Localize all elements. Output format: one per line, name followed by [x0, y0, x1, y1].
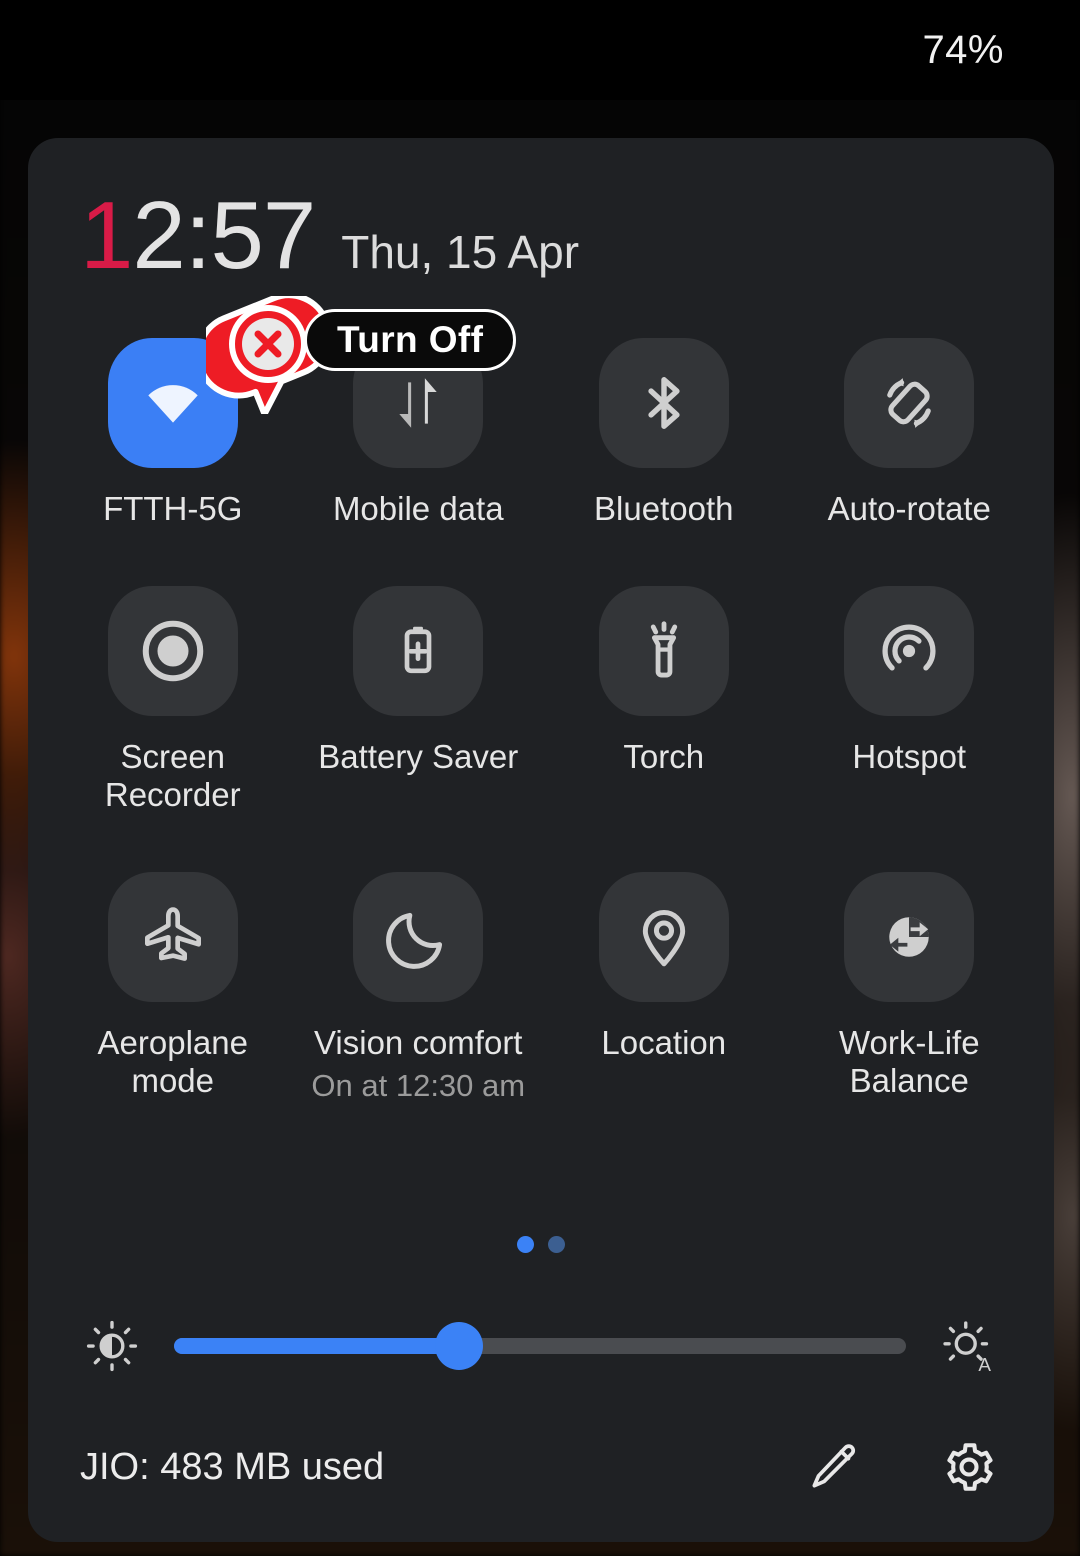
tile-label: Aeroplane mode — [97, 1023, 248, 1099]
work-life-balance-icon[interactable] — [844, 871, 975, 1002]
airplane-icon[interactable] — [107, 871, 238, 1002]
moon-icon[interactable] — [353, 871, 484, 1002]
tile-label: Mobile data — [332, 490, 504, 527]
clock-hour-highlight: 1 — [80, 182, 133, 289]
torch-icon[interactable] — [598, 585, 729, 716]
phone-screen: 74% 12:57 Thu, 15 Apr FTTH-5G Mobile data… — [0, 0, 1080, 1556]
tile-location[interactable]: Location — [541, 871, 787, 1104]
mobile-data-icon[interactable] — [353, 338, 484, 468]
page-indicator — [28, 1236, 1054, 1253]
pencil-icon[interactable] — [804, 1438, 862, 1496]
grid-row-spacer — [50, 814, 1032, 872]
auto-brightness-icon[interactable]: A — [936, 1314, 1000, 1378]
tile-sublabel: On at 12:30 am — [311, 1067, 526, 1103]
tile-battery-saver[interactable]: Battery Saver — [296, 585, 542, 814]
tile-hotspot[interactable]: Hotspot — [787, 585, 1033, 814]
tile-torch[interactable]: Torch — [541, 585, 787, 814]
tile-label: Hotspot — [852, 737, 967, 775]
clock-time[interactable]: 12:57 — [80, 188, 316, 284]
location-pin-icon[interactable] — [598, 871, 729, 1002]
tile-label: Work-Life Balance — [838, 1023, 980, 1099]
tile-label: Location — [601, 1023, 727, 1061]
tile-label: Torch — [623, 737, 705, 775]
quick-settings-grid: FTTH-5G Mobile data Bluetooth Auto-rotate Sc… — [50, 338, 1032, 1103]
tile-aeroplane-mode[interactable]: Aeroplane mode — [50, 871, 296, 1104]
brightness-slider-thumb[interactable] — [435, 1322, 484, 1370]
tile-mobile-data[interactable]: Mobile data — [296, 338, 542, 528]
date-label[interactable]: Thu, 15 Apr — [341, 229, 579, 275]
battery-percentage: 74% — [922, 27, 1004, 72]
bluetooth-icon[interactable] — [598, 338, 729, 468]
tile-vision-comfort[interactable]: Vision comfort On at 12:30 am — [296, 871, 542, 1104]
status-bar: 74% — [0, 0, 1080, 100]
shade-bottom-bar: JIO: 483 MB used — [80, 1392, 1002, 1542]
brightness-slider-fill — [174, 1338, 460, 1354]
tile-auto-rotate[interactable]: Auto-rotate — [787, 338, 1033, 528]
tile-label: Battery Saver — [318, 737, 519, 775]
hotspot-icon[interactable] — [844, 585, 975, 716]
svg-text:A: A — [978, 1355, 991, 1373]
tile-bluetooth[interactable]: Bluetooth — [541, 338, 787, 528]
tile-ftth-5g[interactable]: FTTH-5G — [50, 338, 296, 528]
page-dot[interactable] — [548, 1236, 565, 1253]
tile-work-life-balance[interactable]: Work-Life Balance — [787, 871, 1033, 1104]
gear-icon[interactable] — [940, 1438, 998, 1496]
clock-time-rest: 2:57 — [132, 182, 316, 289]
quick-settings-panel: 12:57 Thu, 15 Apr FTTH-5G Mobile data Blue… — [28, 138, 1054, 1542]
tile-label: Screen Recorder — [104, 737, 241, 813]
screen-recorder-icon[interactable] — [107, 585, 238, 716]
wifi-icon[interactable] — [107, 338, 238, 468]
clock-header: 12:57 Thu, 15 Apr — [80, 188, 579, 284]
brightness-row: A — [80, 1306, 1000, 1386]
data-usage-label[interactable]: JIO: 483 MB used — [80, 1446, 384, 1489]
tile-label: Bluetooth — [594, 490, 734, 527]
tile-label: FTTH-5G — [103, 490, 243, 527]
tile-label: Auto-rotate — [827, 490, 991, 527]
auto-rotate-icon[interactable] — [844, 338, 975, 468]
tile-screen-recorder[interactable]: Screen Recorder — [50, 585, 296, 814]
page-dot[interactable] — [517, 1236, 534, 1253]
grid-row-spacer — [50, 528, 1032, 586]
battery-saver-icon[interactable] — [353, 585, 484, 716]
brightness-slider[interactable] — [174, 1322, 906, 1370]
tile-label: Vision comfort — [314, 1023, 523, 1061]
bottom-bar-actions — [804, 1438, 1002, 1496]
brightness-icon — [80, 1314, 144, 1378]
